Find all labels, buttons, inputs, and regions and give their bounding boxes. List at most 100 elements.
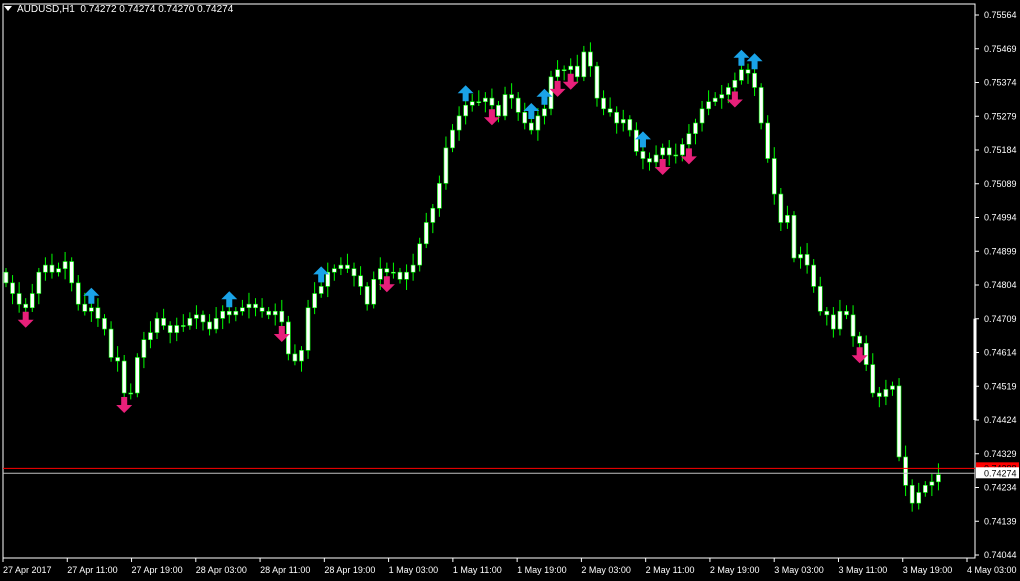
candle-body <box>588 51 593 67</box>
candle-body <box>896 385 902 458</box>
candle-body <box>194 314 199 319</box>
candle-body <box>141 339 147 358</box>
candle-body <box>384 268 390 273</box>
y-tick-label: 0.75184 <box>984 145 1017 155</box>
x-tick-label: 2 May 11:00 <box>646 565 695 575</box>
candle-body <box>135 357 140 394</box>
y-tick-label: 0.75564 <box>984 10 1017 20</box>
candle-body <box>417 243 422 266</box>
candle-body <box>62 261 68 269</box>
candle-body <box>318 286 324 294</box>
candle-body <box>364 286 370 305</box>
candle-body <box>837 310 843 330</box>
candle-body <box>36 271 42 294</box>
candle-body <box>233 310 239 316</box>
candle-body <box>791 215 797 259</box>
x-tick-label: 2 May 19:00 <box>710 565 760 575</box>
candle-body <box>798 254 803 259</box>
candle-body <box>226 310 232 316</box>
candle-body <box>489 97 495 106</box>
candle-body <box>200 314 206 323</box>
candle-body <box>213 318 219 330</box>
candle-body <box>916 492 922 504</box>
candle-body <box>857 335 862 344</box>
candle-body <box>522 112 528 124</box>
candle-body <box>732 80 738 88</box>
buy-arrow-icon <box>457 85 474 102</box>
chart-window: 0.75564 0.75469 0.75374 0.75279 0.75184 0.750… <box>0 0 1020 581</box>
candle-body <box>430 207 436 223</box>
candle-body <box>581 51 587 78</box>
y-tick-label: 0.74614 <box>984 348 1017 358</box>
candle-body <box>548 76 554 110</box>
candle-body <box>811 264 816 287</box>
candle-body <box>529 122 534 131</box>
candle-body <box>332 268 337 273</box>
candle-body <box>535 115 541 131</box>
candle-body <box>115 357 120 362</box>
candle-body <box>561 69 567 72</box>
candle-body <box>660 147 665 156</box>
candle-body <box>883 389 889 397</box>
candle-body <box>509 94 514 99</box>
candle-body <box>450 129 455 149</box>
candle-body <box>437 183 442 209</box>
candle-body <box>253 303 258 309</box>
buy-arrow-icon <box>746 53 763 70</box>
candle-body <box>824 310 830 316</box>
candle-body <box>758 87 764 124</box>
candle-body <box>936 474 941 483</box>
candle-body <box>286 321 291 355</box>
y-tick-label: 0.75374 <box>984 78 1017 88</box>
x-tick-label: 28 Apr 11:00 <box>260 565 310 575</box>
candle-body <box>108 328 114 358</box>
x-tick-label: 27 Apr 2017 <box>3 565 52 575</box>
candle-body <box>272 310 278 316</box>
y-tick-label: 0.75279 <box>984 111 1017 121</box>
candle-body <box>187 318 193 326</box>
candle-body <box>121 360 127 394</box>
symbol-label: AUDUSD,H1 <box>17 4 75 15</box>
candle-body <box>555 69 560 78</box>
candle-body <box>246 303 252 309</box>
candle-body <box>778 193 784 223</box>
y-tick-label: 0.74044 <box>984 550 1017 560</box>
candle-body <box>483 97 488 102</box>
y-tick-label: 0.74139 <box>984 516 1017 526</box>
candle-body <box>305 307 311 351</box>
candle-body <box>423 222 429 245</box>
candle-body <box>620 119 626 124</box>
price-chart[interactable]: 0.75564 0.75469 0.75374 0.75279 0.75184 0.750… <box>0 0 1020 581</box>
candle-body <box>739 69 744 81</box>
candle-body <box>693 122 698 134</box>
candle-body <box>292 353 298 362</box>
candle-body <box>614 112 619 124</box>
candle-body <box>634 129 639 152</box>
candle-body <box>351 268 357 277</box>
candle-body <box>601 97 606 110</box>
candle-body <box>870 364 876 394</box>
plot-frame <box>2 3 976 559</box>
y-tick-label: 0.74329 <box>984 449 1017 459</box>
candle-body <box>220 310 225 319</box>
y-tick-label: 0.75469 <box>984 44 1017 54</box>
candle-body <box>929 481 935 486</box>
candle-body <box>397 271 403 280</box>
y-tick-label: 0.74899 <box>984 246 1017 256</box>
candle-body <box>542 108 547 117</box>
candle-body <box>3 271 9 284</box>
candle-body <box>469 101 475 106</box>
candle-body <box>817 286 823 312</box>
candle-body <box>719 94 725 99</box>
candle-body <box>148 332 153 341</box>
candle-body <box>496 104 501 117</box>
candle-body <box>154 318 160 333</box>
candle-body <box>180 325 186 327</box>
candle-body <box>75 282 81 305</box>
candle-body <box>29 293 35 309</box>
candle-body <box>128 392 134 395</box>
y-tick-label: 0.74709 <box>984 314 1017 324</box>
y-tick-label: 0.74234 <box>984 483 1017 493</box>
chevron-down-icon[interactable] <box>4 6 12 11</box>
y-tick-label: 0.74804 <box>984 280 1017 290</box>
